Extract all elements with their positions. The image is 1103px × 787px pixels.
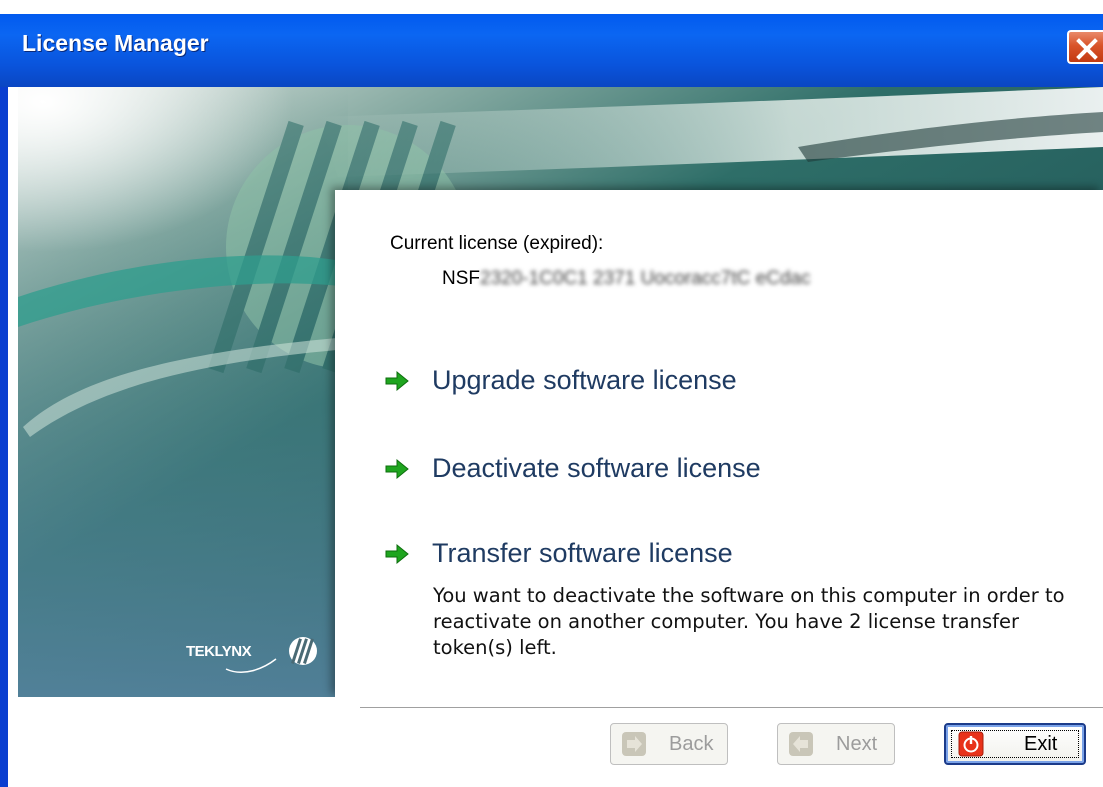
button-separator	[360, 707, 1103, 709]
window-title: License Manager	[22, 30, 209, 56]
deactivate-license-link[interactable]: Deactivate software license	[384, 453, 761, 484]
next-icon	[789, 732, 813, 756]
transfer-description: You want to deactivate the software on t…	[433, 584, 1065, 659]
back-label: Back	[669, 732, 714, 755]
upgrade-license-label: Upgrade software license	[432, 365, 737, 395]
screen-top-strip	[0, 0, 1103, 14]
close-button[interactable]	[1067, 30, 1103, 64]
svg-text:TEKLYNX: TEKLYNX	[186, 643, 252, 660]
transfer-license-link[interactable]: Transfer software license	[384, 538, 733, 569]
window-frame-left	[0, 87, 8, 787]
transfer-license-label: Transfer software license	[432, 538, 733, 568]
current-license-label: Current license (expired):	[390, 233, 604, 254]
title-bar[interactable]: License Manager	[0, 0, 1103, 87]
license-key-prefix: NSF	[442, 268, 480, 289]
back-icon	[622, 732, 646, 756]
focus-rectangle	[951, 730, 1079, 758]
exit-button[interactable]: Exit	[944, 723, 1086, 765]
next-button[interactable]: Next	[777, 723, 895, 765]
green-arrow-icon	[385, 370, 409, 391]
deactivate-license-label: Deactivate software license	[432, 453, 761, 483]
back-button[interactable]: Back	[610, 723, 728, 765]
license-key-obscured: 2320-1C0C1 2371 Uocoracc7tC eCdac	[480, 268, 811, 289]
footer-area	[8, 697, 1103, 787]
green-arrow-icon	[385, 543, 409, 564]
next-label: Next	[836, 732, 878, 755]
green-arrow-icon	[385, 458, 409, 479]
close-icon	[1076, 38, 1098, 60]
upgrade-license-link[interactable]: Upgrade software license	[384, 365, 737, 396]
license-key: NSF2320-1C0C1 2371 Uocoracc7tC eCdac	[442, 268, 811, 290]
